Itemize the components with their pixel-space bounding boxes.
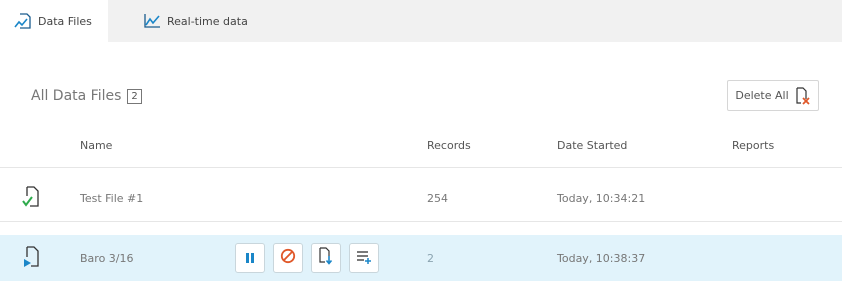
row-name: Test File #1 xyxy=(80,191,144,205)
add-to-list-button[interactable] xyxy=(349,243,379,273)
stop-button[interactable] xyxy=(273,243,303,273)
row-date-started: Today, 10:38:37 xyxy=(557,251,646,265)
add-list-icon xyxy=(356,249,372,268)
section-title: All Data Files 2 xyxy=(31,88,142,104)
pause-button[interactable] xyxy=(235,243,265,273)
column-header-name[interactable]: Name xyxy=(80,139,112,152)
download-file-button[interactable] xyxy=(311,243,341,273)
stop-icon xyxy=(280,248,296,268)
file-complete-icon xyxy=(22,185,42,211)
page-title: All Data Files xyxy=(31,88,122,104)
delete-file-icon xyxy=(795,86,811,105)
tab-data-files[interactable]: Data Files xyxy=(0,0,108,42)
row-actions xyxy=(235,243,379,273)
row-status xyxy=(22,175,42,221)
pause-icon xyxy=(244,249,256,268)
column-header-records[interactable]: Records xyxy=(427,139,471,152)
file-recording-icon xyxy=(22,245,42,271)
tab-label: Data Files xyxy=(38,14,92,28)
divider xyxy=(0,167,842,168)
table-row-selected[interactable]: Baro 3/16 2 Today, 10:38:37 xyxy=(0,235,842,281)
tab-bar: Data Files Real-time data xyxy=(0,0,842,42)
delete-all-button[interactable]: Delete All xyxy=(727,80,819,111)
row-records: 2 xyxy=(427,251,434,265)
tab-realtime-data[interactable]: Real-time data xyxy=(140,0,248,42)
divider xyxy=(0,221,842,222)
row-name: Baro 3/16 xyxy=(80,251,134,265)
file-count-badge: 2 xyxy=(127,88,142,104)
tab-label: Real-time data xyxy=(167,14,248,28)
data-files-icon xyxy=(14,13,32,29)
column-header-reports[interactable]: Reports xyxy=(732,139,774,152)
row-status xyxy=(22,235,42,281)
realtime-chart-icon xyxy=(143,13,161,29)
row-records: 254 xyxy=(427,191,448,205)
column-header-date-started[interactable]: Date Started xyxy=(557,139,627,152)
delete-all-label: Delete All xyxy=(735,89,789,102)
row-date-started: Today, 10:34:21 xyxy=(557,191,646,205)
download-file-icon xyxy=(318,247,334,269)
table-row[interactable]: Test File #1 254 Today, 10:34:21 xyxy=(0,175,842,221)
